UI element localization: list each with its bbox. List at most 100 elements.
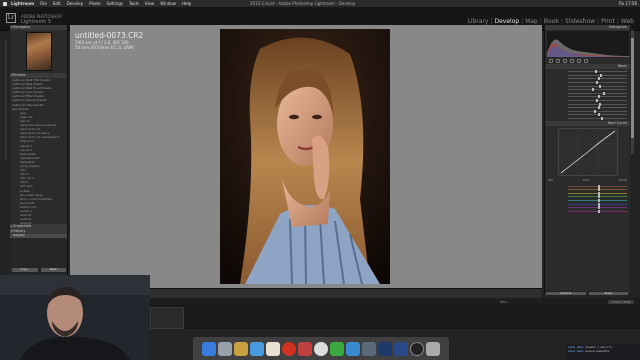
stream-chat: echo_alex: привет с чем сто echo_alex: н… [566,344,640,360]
radial-filter-icon[interactable] [577,58,581,63]
portrait-photo[interactable] [220,29,390,284]
slider-row[interactable] [548,117,627,121]
copy-paste-bar: Copy... Paste [10,267,68,273]
opera-icon[interactable] [282,341,296,356]
collapse-triangle-icon: ▼ [10,229,13,233]
scrollbar-thumb[interactable] [631,38,634,138]
lens-info: 50 mm (EF50mm f/1.2L USM) [75,45,135,50]
previous-reset-bar: Previous Reset [544,290,630,297]
webcam-person [0,275,150,360]
crop-tool-icon[interactable] [549,58,553,63]
adjustment-brush-icon[interactable] [584,58,588,63]
tone-curve-graph[interactable] [558,128,618,177]
evernote-icon[interactable] [330,341,344,356]
red-eye-icon[interactable] [563,58,567,63]
navigator-preview[interactable] [25,32,52,71]
menu-help[interactable]: Help [182,1,191,6]
trash-icon[interactable] [426,341,440,356]
module-print[interactable]: Print [599,18,617,25]
left-scrollbar[interactable] [5,40,7,160]
menu-window[interactable]: Window [160,1,176,6]
navigator-header[interactable]: ▼ Navigator [10,25,67,30]
skype-icon[interactable] [346,341,360,356]
tab-color[interactable]: Color [583,179,590,182]
module-develop[interactable]: Develop [492,18,521,25]
menu-view[interactable]: View [145,1,155,6]
histogram-graph [547,39,629,57]
history-title: History [13,229,26,233]
menu-settings[interactable]: Settings [107,1,123,6]
webcam-overlay [0,275,150,360]
calendar-icon[interactable] [298,341,312,356]
previous-button[interactable]: Previous [545,291,587,296]
preview-icon[interactable] [234,341,248,356]
photoshop-dock-icon[interactable] [378,341,392,356]
mac-dock [193,337,449,360]
filmstrip-bar: Filter: Custom Filter [150,298,640,305]
right-scrollbar[interactable] [631,30,634,154]
lightroom-window: Lightroom File Edit Develop Photo Settin… [0,0,640,360]
chat-message: echo_alex: нежно давайте [568,349,638,353]
chat-user: echo_alex: [568,349,584,354]
menu-photo[interactable]: Photo [89,1,100,6]
collapse-triangle-icon: ▼ [10,73,13,77]
menu-edit[interactable]: Edit [53,1,61,6]
filmstrip [150,305,640,329]
histogram[interactable] [547,31,629,57]
safari-icon[interactable] [314,341,328,356]
menubar-clock[interactable]: Пн 17:56 [619,1,637,6]
steam-icon[interactable] [394,341,408,356]
obs-icon[interactable] [410,341,424,356]
menu-tools[interactable]: Tools [129,1,139,6]
right-panel: Histogram Basic Tone Curve HSL Color B &… [544,25,630,293]
tone-curve-header[interactable]: Tone Curve [545,121,630,127]
tone-curve-line [559,129,617,176]
lightroom-dock-icon[interactable] [362,341,376,356]
history-header[interactable]: ▼ History [10,229,67,234]
menu-app-name[interactable]: Lightroom [11,1,34,6]
left-panel: ▼ Navigator ▼ Presets Lightroom B&W Filter… [10,25,68,282]
snapshots-title: Snapshots [13,224,32,228]
hsl-sliders [545,183,630,214]
copy-button[interactable]: Copy... [11,267,39,273]
image-filename: untitled-0073.CR2 [75,31,144,40]
tab-hsl[interactable]: HSL [548,179,553,182]
presets-title: Presets [13,73,26,77]
navigator-title: Navigator [13,25,31,29]
histogram-header[interactable]: Histogram [545,25,630,30]
launchpad-icon[interactable] [218,341,232,356]
slider-row[interactable] [548,209,627,213]
finder-icon[interactable] [202,341,216,356]
lightroom-logo: Lr [6,13,16,23]
mail-icon[interactable] [250,341,264,356]
tab-bw[interactable]: B & W [619,179,627,182]
chat-text: нежно давайте [584,349,610,354]
preset-list: Lightroom B&W Filter Presets Lightroom B&… [10,78,67,224]
menu-develop[interactable]: Develop [67,1,83,6]
filmstrip-thumbnail[interactable] [150,307,184,329]
tool-strip [547,58,628,63]
module-map[interactable]: Map [523,18,540,25]
collapse-triangle-icon: ▼ [10,25,13,29]
window-title: 2015-1.lrcat - Adobe Photoshop Lightroom… [250,1,356,6]
portrait-image [220,29,390,284]
module-picker: Library | Develop | Map | Book | Slideshow | … [465,18,636,25]
image-info-overlay: untitled-0073.CR2 1/60 sec at f / 2.0, I… [75,31,144,51]
filter-label: Filter: [500,299,509,304]
menu-file[interactable]: File [40,1,47,6]
custom-filter-select[interactable]: Custom Filter [608,299,635,304]
contacts-icon[interactable] [266,341,280,356]
module-slideshow[interactable]: Slideshow [563,18,597,25]
module-web[interactable]: Web [619,18,636,25]
paste-button[interactable]: Paste [39,267,67,273]
apple-icon[interactable] [3,1,7,6]
graduated-filter-icon[interactable] [570,58,574,63]
module-book[interactable]: Book [542,18,561,25]
basic-sliders [545,69,630,121]
presets-header[interactable]: ▼ Presets [10,73,67,78]
mac-menu-bar: Lightroom File Edit Develop Photo Settin… [0,0,640,7]
spot-removal-icon[interactable] [556,58,560,63]
history-item[interactable]: Template [10,234,67,238]
reset-button[interactable]: Reset [587,291,629,296]
module-library[interactable]: Library [465,18,490,25]
